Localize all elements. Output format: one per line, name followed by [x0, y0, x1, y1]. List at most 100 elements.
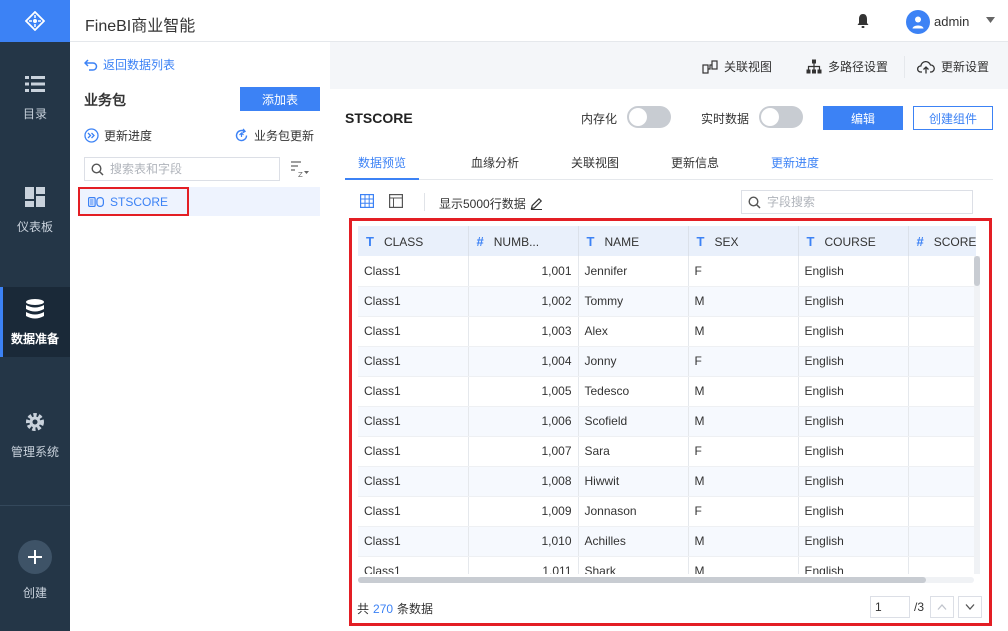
table-cell [908, 466, 976, 497]
table-row[interactable]: Class1 1,002 Tommy M English [358, 286, 976, 317]
create-label: 创建 [22, 586, 47, 600]
table-cell: Class1 [358, 496, 469, 527]
table-search [84, 157, 280, 181]
vertical-scrollbar[interactable] [974, 256, 980, 574]
svg-text:Z: Z [298, 171, 303, 178]
back-to-list-link[interactable]: 返回数据列表 [84, 56, 175, 73]
package-panel: 返回数据列表 业务包 添加表 更新进度 业务包更新 Z [70, 42, 330, 631]
nav-label: 目录 [22, 106, 47, 121]
text-type-icon: T [696, 233, 705, 249]
column-header[interactable]: T CLASS [358, 226, 469, 256]
table-cell: M [688, 526, 799, 557]
table-cell: F [688, 496, 799, 527]
table-row[interactable]: Class1 1,011 Shark M English [358, 556, 976, 574]
table-cell: English [798, 496, 909, 527]
update-settings-button[interactable]: 更新设置 [917, 58, 989, 75]
table-cell: Achilles [578, 526, 689, 557]
tab-update-info[interactable]: 更新信息 [655, 146, 735, 180]
logo-icon [25, 11, 45, 31]
nav-item-catalog[interactable]: 目录 [0, 62, 70, 132]
text-type-icon: T [586, 233, 595, 249]
table-cell [908, 436, 976, 467]
refresh-icon [235, 128, 248, 142]
table-row[interactable]: Class1 1,005 Tedesco M English [358, 376, 976, 407]
tab-data-preview[interactable]: 数据预览 [345, 146, 419, 180]
column-name: NAME [604, 234, 640, 249]
horizontal-scrollbar[interactable] [358, 577, 974, 583]
tab-relation-view[interactable]: 关联视图 [555, 146, 635, 180]
field-search-input[interactable] [767, 195, 957, 209]
nav-label: 数据准备 [10, 331, 59, 346]
chevron-down-icon [965, 604, 975, 610]
nav-divider [0, 505, 70, 506]
table-row[interactable]: Class1 1,003 Alex M English [358, 316, 976, 347]
cloud-upload-icon [917, 60, 935, 73]
edit-button[interactable]: 编辑 [823, 106, 903, 130]
table-cell: Scofield [578, 406, 689, 437]
table-cell [908, 346, 976, 377]
text-type-icon: T [366, 233, 374, 249]
multi-path-button[interactable]: 多路径设置 [806, 58, 888, 75]
next-page-button[interactable] [958, 596, 982, 618]
package-update-link[interactable]: 业务包更新 [234, 127, 314, 144]
table-row[interactable]: Class1 1,009 Jonnason F English [358, 496, 976, 527]
table-row[interactable]: Class1 1,001 Jennifer F English [358, 256, 976, 287]
progress-icon [84, 128, 99, 143]
tab-update-progress[interactable]: 更新进度 [755, 146, 835, 180]
search-icon [748, 195, 761, 209]
table-cell: F [688, 346, 799, 377]
relation-view-label: 关联视图 [724, 60, 773, 74]
data-preview-frame: T CLASS # NUMB... T NAME T SEX T COURSE # SCOR… [349, 218, 992, 626]
relation-view-button[interactable]: 关联视图 [702, 58, 772, 75]
table-item-highlight [78, 187, 189, 216]
panel-view-icon[interactable] [389, 194, 403, 208]
user-icon [912, 16, 924, 29]
memory-toggle[interactable] [627, 106, 671, 128]
chevron-down-icon[interactable] [986, 17, 995, 23]
user-name[interactable]: admin [934, 14, 969, 29]
table-row[interactable]: Class1 1,007 Sara F English [358, 436, 976, 467]
table-cell: 1,008 [468, 466, 579, 497]
bell-icon[interactable] [856, 13, 870, 29]
tab-lineage[interactable]: 血缘分析 [455, 146, 535, 180]
table-search-input[interactable] [110, 162, 270, 176]
column-header[interactable]: T COURSE [798, 226, 909, 256]
table-cell: 1,005 [468, 376, 579, 407]
table-cell: M [688, 376, 799, 407]
table-cell: English [798, 376, 909, 407]
nav-item-admin[interactable]: 管理系统 [0, 400, 70, 470]
search-icon [91, 162, 104, 176]
column-header[interactable]: T SEX [688, 226, 799, 256]
table-cell: M [688, 466, 799, 497]
add-table-button[interactable]: 添加表 [240, 87, 320, 111]
realtime-toggle[interactable] [759, 106, 803, 128]
table-cell [908, 256, 976, 287]
create-button[interactable] [18, 540, 52, 574]
nav-item-dashboard[interactable]: 仪表板 [0, 175, 70, 245]
table-row[interactable]: Class1 1,010 Achilles M English [358, 526, 976, 557]
table-cell: 1,010 [468, 526, 579, 557]
column-header[interactable]: # NUMB... [468, 226, 579, 256]
table-cell: 1,004 [468, 346, 579, 377]
column-name: NUMB... [493, 234, 540, 249]
column-header[interactable]: T NAME [578, 226, 689, 256]
table-cell [908, 496, 976, 527]
create-component-button[interactable]: 创建组件 [913, 106, 993, 130]
row-limit-control[interactable]: 显示5000行数据 [439, 195, 543, 212]
table-row[interactable]: Class1 1,004 Jonny F English [358, 346, 976, 377]
table-row[interactable]: Class1 1,008 Hiwwit M English [358, 466, 976, 497]
table-row[interactable]: Class1 1,006 Scofield M English [358, 406, 976, 437]
avatar[interactable] [906, 10, 930, 34]
page-number-input[interactable] [870, 596, 910, 618]
table-cell: Class1 [358, 316, 469, 347]
column-header[interactable]: # SCORE [908, 226, 976, 256]
sort-az-icon[interactable]: Z [290, 160, 310, 178]
hierarchy-icon [806, 59, 822, 74]
table-cell: 1,006 [468, 406, 579, 437]
prev-page-button[interactable] [930, 596, 954, 618]
field-search [741, 190, 973, 214]
grid-view-icon[interactable] [360, 194, 374, 208]
update-progress-link[interactable]: 更新进度 [84, 127, 152, 144]
nav-item-data-prep[interactable]: 数据准备 [0, 287, 70, 357]
app-logo[interactable] [0, 0, 70, 42]
